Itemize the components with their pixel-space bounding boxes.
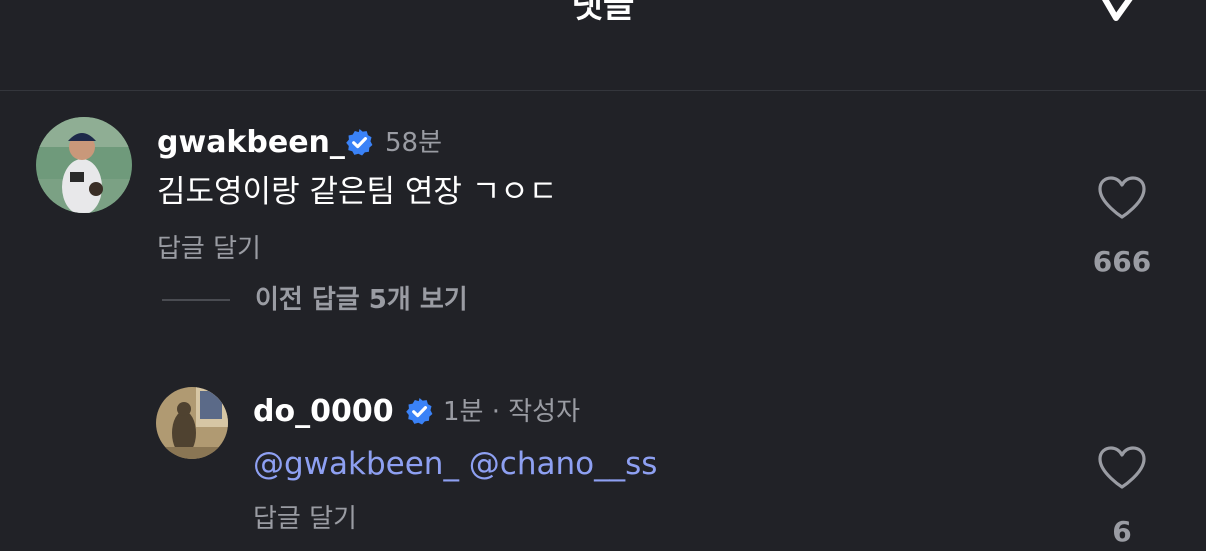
statue-avatar[interactable] [156, 387, 228, 459]
reply-timestamp: 1분 · 작성자 [443, 397, 581, 427]
view-previous-replies-button[interactable]: 이전 답글 5개 보기 [255, 287, 468, 313]
comment-username[interactable]: gwakbeen_ [157, 128, 345, 158]
verified-badge-icon [346, 128, 373, 156]
heart-icon[interactable] [1097, 175, 1147, 221]
reply-mentions[interactable]: @gwakbeen_ @chano__ss [253, 449, 657, 480]
reply-username[interactable]: do_0000 [253, 397, 394, 427]
comment-text: 김도영이랑 같은팀 연장 ㄱㅇㄷ [157, 174, 558, 210]
reply-item: do_0000 1분 · 작성자 @gwakbeen_ @chano__ss 답… [0, 340, 1206, 551]
verified-badge-icon [406, 397, 433, 425]
comment-item: gwakbeen_ 58분 김도영이랑 같은팀 연장 ㄱㅇㄷ 답글 달기 이전 … [0, 0, 1206, 340]
thread-divider [162, 299, 230, 301]
like-count: 666 [1092, 245, 1152, 278]
like-count: 6 [1112, 515, 1132, 548]
reply-button[interactable]: 답글 달기 [253, 506, 357, 532]
comment-timestamp: 58분 [385, 128, 443, 158]
reply-button[interactable]: 답글 달기 [157, 236, 261, 262]
baseball-player-avatar[interactable] [36, 117, 132, 213]
heart-icon[interactable] [1097, 445, 1147, 491]
comments-sheet: 댓글 gwakbeen_ 58분 김도영이랑 같은팀 연장 ㄱㅇㄷ 답글 달기 … [0, 0, 1206, 551]
